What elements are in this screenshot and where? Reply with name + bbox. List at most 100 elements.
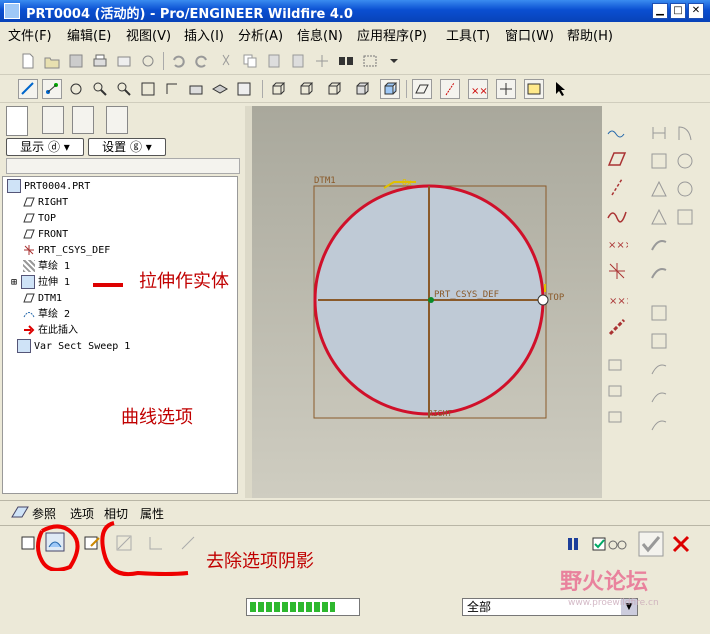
zoom-out-icon[interactable] <box>114 79 134 99</box>
paste-special-icon[interactable] <box>288 51 308 71</box>
tree-item[interactable]: RIGHT <box>23 195 68 210</box>
chamfer-tool-icon[interactable] <box>674 206 696 228</box>
mirror-feature-icon[interactable] <box>606 408 628 430</box>
tab-model-tree[interactable] <box>6 106 28 136</box>
datum-curve-tool-icon[interactable] <box>606 204 628 226</box>
blend-tool-icon[interactable] <box>648 262 670 284</box>
menu-analysis[interactable]: 分析(A) <box>238 25 283 44</box>
layers-icon[interactable] <box>210 79 230 99</box>
menu-file[interactable]: 文件(F) <box>8 25 52 44</box>
point-display-icon[interactable]: ×× <box>468 79 488 99</box>
maximize-button[interactable]: □ <box>670 3 686 19</box>
menu-help[interactable]: 帮助(H) <box>567 25 613 44</box>
email-icon[interactable] <box>114 51 134 71</box>
tree-item[interactable]: 在此插入 <box>23 323 78 338</box>
cut-icon[interactable] <box>216 51 236 71</box>
print-icon[interactable] <box>90 51 110 71</box>
panel-splitter[interactable] <box>245 106 252 498</box>
view-manager-icon[interactable] <box>234 79 254 99</box>
tree-item[interactable]: TOP <box>23 211 56 226</box>
shading-icon[interactable] <box>352 79 372 99</box>
find-icon[interactable] <box>336 51 356 71</box>
hole-tool-icon[interactable] <box>674 150 696 172</box>
paste-icon[interactable] <box>264 51 284 71</box>
menu-insert[interactable]: 插入(I) <box>184 25 224 44</box>
hidden-line-icon[interactable] <box>296 79 316 99</box>
tab-folder-browser[interactable] <box>42 106 64 134</box>
datum-plane-tool-icon[interactable] <box>606 148 628 170</box>
pattern-feature-icon[interactable] <box>606 382 628 404</box>
wireframe-icon[interactable] <box>268 79 288 99</box>
csys-display-icon[interactable] <box>496 79 516 99</box>
spin-center-icon[interactable] <box>66 79 86 99</box>
tab-connections[interactable] <box>106 106 128 134</box>
graphics-window[interactable]: DTM1 8x PRT_CSYS_DEF TOP RIGHT <box>252 106 602 498</box>
tab-references[interactable]: 参照 <box>32 505 56 522</box>
show-dropdown[interactable]: 显示 ⓓ ▾ <box>6 138 84 156</box>
chain-tool-icon[interactable] <box>606 316 628 338</box>
saved-views-icon[interactable] <box>186 79 206 99</box>
tab-options[interactable]: 选项 <box>70 505 94 522</box>
preview-checkbox[interactable] <box>592 535 628 553</box>
annotation-display-icon[interactable] <box>524 79 544 99</box>
no-hidden-icon[interactable] <box>324 79 344 99</box>
revolve-tool-icon[interactable] <box>674 122 696 144</box>
menu-window[interactable]: 窗口(W) <box>505 25 554 44</box>
rib-tool-icon[interactable] <box>648 178 670 200</box>
shaded-view-icon[interactable] <box>380 79 400 99</box>
copy-icon[interactable] <box>240 51 260 71</box>
tree-item[interactable]: PRT0004.PRT <box>7 179 90 194</box>
datum-point-tool-icon[interactable]: ××× <box>606 232 628 254</box>
analysis-tool-icon[interactable]: ××× <box>606 288 628 310</box>
chevron-down-icon[interactable] <box>384 51 404 71</box>
boundary-blend-icon[interactable] <box>648 330 670 352</box>
datum-axis-tool-icon[interactable] <box>606 176 628 198</box>
round-tool-icon[interactable] <box>674 178 696 200</box>
tree-item[interactable]: 草绘 2 <box>23 307 70 322</box>
save-icon[interactable] <box>66 51 86 71</box>
menu-tools[interactable]: 工具(T) <box>446 25 490 44</box>
extrude-tool-icon[interactable] <box>648 122 670 144</box>
surface-tool-icon[interactable] <box>648 386 670 408</box>
axis-display-icon[interactable] <box>440 79 460 99</box>
menu-applications[interactable]: 应用程序(P) <box>357 25 427 44</box>
reorient-icon[interactable] <box>162 79 182 99</box>
freeform-tool-icon[interactable] <box>648 414 670 436</box>
tree-item[interactable]: 草绘 1 <box>23 259 70 274</box>
help-pointer-icon[interactable] <box>552 79 572 99</box>
datum-axis-icon[interactable] <box>42 79 62 99</box>
datum-display-icon[interactable] <box>18 79 38 99</box>
style-tool-icon[interactable] <box>648 358 670 380</box>
minimize-button[interactable]: ▁ <box>652 3 668 19</box>
tree-item[interactable]: ⊞ 拉伸 1 <box>11 275 70 290</box>
tree-item[interactable]: Var Sect Sweep 1 <box>17 339 130 354</box>
expand-icon[interactable]: ⊞ <box>11 277 17 288</box>
tree-item[interactable]: PRT_CSYS_DEF <box>23 243 110 258</box>
sweep-tool-icon[interactable] <box>648 234 670 256</box>
shell-tool-icon[interactable] <box>648 150 670 172</box>
redo-icon[interactable] <box>192 51 212 71</box>
cancel-icon[interactable] <box>670 533 692 555</box>
csys-tool-icon[interactable] <box>606 260 628 282</box>
sketch-tool-icon[interactable] <box>606 122 628 144</box>
refit-icon[interactable] <box>138 79 158 99</box>
new-icon[interactable] <box>18 51 38 71</box>
settings-dropdown[interactable]: 设置 ⓖ ▾ <box>88 138 166 156</box>
close-button[interactable]: ✕ <box>688 3 704 19</box>
zoom-in-icon[interactable] <box>90 79 110 99</box>
tab-favorites[interactable] <box>72 106 94 134</box>
pause-icon[interactable] <box>564 535 582 553</box>
edit-section-icon[interactable] <box>82 533 102 553</box>
menu-info[interactable]: 信息(N) <box>297 25 343 44</box>
select-box-icon[interactable] <box>360 51 380 71</box>
open-icon[interactable] <box>42 51 62 71</box>
link-icon[interactable] <box>138 51 158 71</box>
undo-icon[interactable] <box>168 51 188 71</box>
warp-tool-icon[interactable] <box>648 302 670 324</box>
regenerate-icon[interactable] <box>312 51 332 71</box>
copy-feature-icon[interactable] <box>606 356 628 378</box>
draft-tool-icon[interactable] <box>648 206 670 228</box>
tree-item[interactable]: FRONT <box>23 227 68 242</box>
menu-view[interactable]: 视图(V) <box>126 25 171 44</box>
confirm-icon[interactable] <box>638 531 664 557</box>
